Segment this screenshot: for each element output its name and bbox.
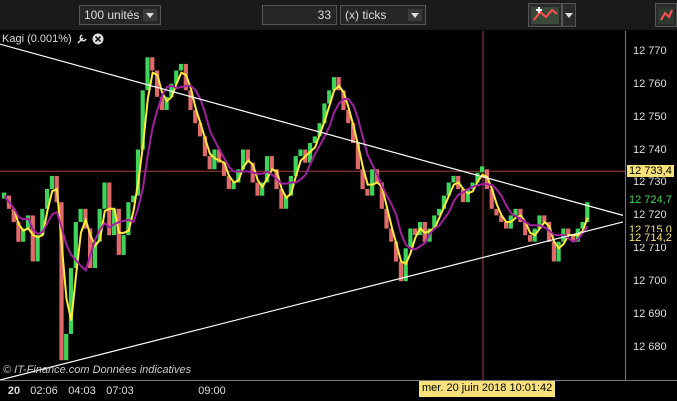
ticks-input[interactable]: 33 (262, 5, 337, 25)
chart-tools-icon (531, 7, 559, 24)
chevron-down-icon (565, 13, 573, 18)
x-tick-label: 02:06 (30, 385, 58, 397)
y-tick-label: 12 750 (633, 110, 667, 123)
price-label: 12 724,7 (627, 193, 674, 206)
ma-fast-line (3, 71, 589, 321)
chart-bar (494, 208, 499, 216)
chart-bar (78, 208, 83, 222)
chart-bar (408, 228, 413, 249)
chart-bar (527, 235, 533, 242)
chart-bar (102, 182, 107, 209)
wrench-icon[interactable] (76, 33, 88, 45)
chevron-down-icon[interactable] (143, 9, 157, 21)
chart-bar (480, 166, 485, 173)
settings-button[interactable] (655, 3, 677, 27)
chart-settings-icon (658, 7, 674, 24)
price-chart[interactable] (0, 31, 625, 380)
chevron-down-icon[interactable] (408, 9, 422, 21)
chart-bar (298, 149, 303, 157)
chart-tools-button[interactable] (528, 3, 562, 27)
chart-bar (150, 57, 155, 71)
y-tick-label: 12 740 (633, 143, 667, 156)
chart-bar (178, 63, 184, 71)
chart-bar (451, 175, 456, 183)
chart-bar (30, 215, 35, 262)
chart-bar (35, 235, 40, 262)
price-label: 12 714,2 (627, 232, 674, 245)
chart-tools-dropdown[interactable] (562, 3, 576, 27)
chart-bar (207, 156, 212, 170)
x-tick-label: 09:00 (198, 385, 226, 397)
price-label: 12 733,4 (627, 165, 674, 178)
close-icon[interactable] (92, 33, 104, 45)
indicator-label[interactable]: Kagi (0.001%) (2, 33, 104, 45)
y-tick-label: 12 700 (633, 275, 667, 288)
y-tick-label: 12 720 (633, 209, 667, 222)
chart-bar (121, 235, 126, 255)
copyright-text: © IT-Finance.com Données indicatives (3, 364, 192, 376)
chart-bar (255, 182, 260, 196)
ticks-input-value: 33 (317, 8, 331, 22)
trend-line-upper (0, 43, 624, 216)
crosshair-date-label: mer. 20 juin 2018 10:01:42 (419, 381, 556, 397)
y-tick-label: 12 760 (633, 77, 667, 90)
y-tick-label: 12 770 (633, 44, 667, 57)
ticks-unit-value: (x) ticks (345, 8, 387, 22)
chart-bar (269, 156, 274, 170)
chart-bar (49, 175, 54, 190)
y-tick-label: 12 730 (633, 176, 667, 189)
chart-bar (365, 189, 370, 196)
volume-select[interactable]: 100 unités (79, 5, 161, 25)
y-tick-label: 12 690 (633, 308, 667, 321)
x-tick-label: 04:03 (68, 385, 96, 397)
x-tick-label: 07:03 (106, 385, 134, 397)
ticks-unit-select[interactable]: (x) ticks (340, 5, 426, 25)
toolbar: 100 unités 33 (x) ticks (0, 0, 677, 30)
chart-bar (370, 169, 375, 196)
time-axis[interactable]: 20 02:06 04:03 07:03 09:00 (0, 380, 677, 401)
volume-select-value: 100 unités (84, 8, 140, 22)
x-tick-label: 20 (7, 385, 21, 397)
price-axis[interactable]: 12 770 12 760 12 750 12 740 12 730 12 720 12 7… (625, 31, 677, 380)
chart-bar (64, 333, 69, 361)
y-tick-label: 12 680 (633, 341, 667, 354)
indicator-name: Kagi (0.001%) (2, 33, 72, 45)
